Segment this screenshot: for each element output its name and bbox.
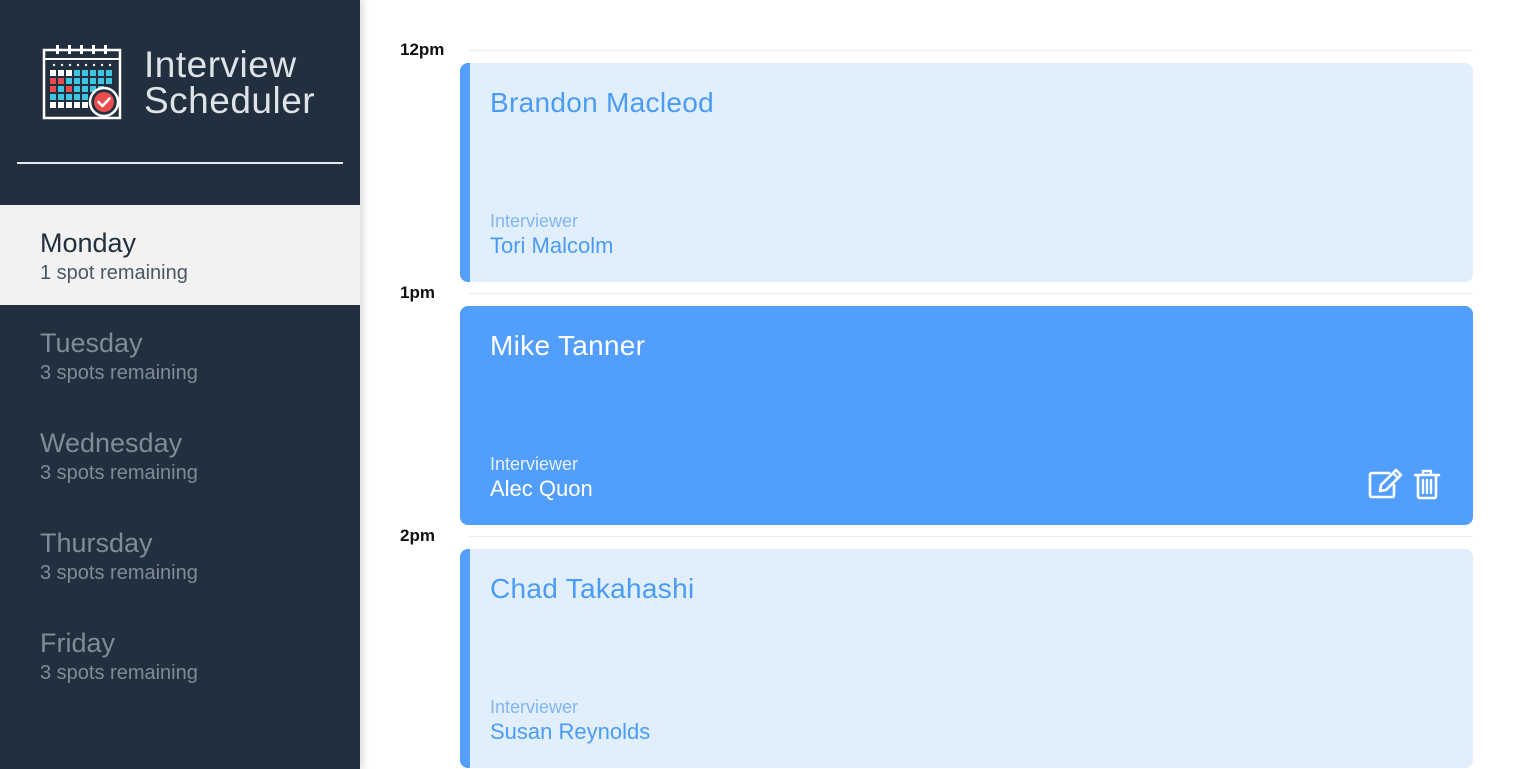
day-name: Wednesday <box>40 428 183 458</box>
slot-separator <box>468 50 1473 51</box>
slot-time: 1pm <box>400 283 435 302</box>
slot-time: 12pm <box>400 40 445 59</box>
day-name: Friday <box>40 628 116 658</box>
day-spots-remaining: 3 spots remaining <box>40 562 198 584</box>
day-item-monday[interactable]: Monday 1 spot remaining <box>0 205 360 305</box>
delete-button[interactable] <box>1409 466 1445 502</box>
day-item-tuesday[interactable]: Tuesday 3 spots remaining <box>0 305 360 405</box>
day-item-friday[interactable]: Friday 3 spots remaining <box>0 605 360 705</box>
student-name: Chad Takahashi <box>490 573 695 604</box>
calendar-check-icon <box>42 45 122 120</box>
day-spots-remaining: 3 spots remaining <box>40 662 198 684</box>
app-title-line1: Interview <box>144 44 297 85</box>
app-title-line2: Scheduler <box>144 80 316 121</box>
interviewer-label: Interviewer <box>490 697 579 717</box>
interviewer-label: Interviewer <box>490 454 579 474</box>
slot-time: 2pm <box>400 526 435 545</box>
trash-icon <box>1413 469 1441 500</box>
sidebar: Interview Scheduler Monday 1 spot remain… <box>0 0 360 769</box>
appointment-card[interactable]: Chad Takahashi Interviewer Susan Reynold… <box>460 549 1473 768</box>
sidebar-divider <box>17 162 343 164</box>
app-title: Interview Scheduler <box>144 44 316 121</box>
day-name: Thursday <box>40 528 153 558</box>
schedule: 12pm Brandon Macleod Interviewer Tori Ma… <box>360 0 1513 769</box>
slot-separator <box>468 536 1473 537</box>
day-item-thursday[interactable]: Thursday 3 spots remaining <box>0 505 360 605</box>
slot-separator <box>468 293 1473 294</box>
day-name: Tuesday <box>40 328 143 358</box>
interviewer-label: Interviewer <box>490 211 579 231</box>
brand: Interview Scheduler <box>42 44 315 122</box>
day-spots-remaining: 3 spots remaining <box>40 462 198 484</box>
student-name: Mike Tanner <box>490 330 646 361</box>
day-list: Monday 1 spot remaining Tuesday 3 spots … <box>0 205 360 705</box>
edit-icon <box>1368 468 1403 499</box>
day-spots-remaining: 1 spot remaining <box>40 262 188 284</box>
appointment-card[interactable]: Mike Tanner Interviewer Alec Quon <box>460 306 1473 525</box>
interviewer-name: Susan Reynolds <box>490 719 651 744</box>
appointment-card[interactable]: Brandon Macleod Interviewer Tori Malcolm <box>460 63 1473 282</box>
card-actions <box>1367 466 1445 502</box>
student-name: Brandon Macleod <box>490 87 714 118</box>
day-spots-remaining: 3 spots remaining <box>40 362 198 384</box>
day-item-wednesday[interactable]: Wednesday 3 spots remaining <box>0 405 360 505</box>
day-name: Monday <box>40 228 137 258</box>
app: Interview Scheduler Monday 1 spot remain… <box>0 0 1513 769</box>
edit-button[interactable] <box>1367 466 1403 502</box>
interviewer-name: Alec Quon <box>490 476 593 501</box>
interviewer-name: Tori Malcolm <box>490 233 614 258</box>
